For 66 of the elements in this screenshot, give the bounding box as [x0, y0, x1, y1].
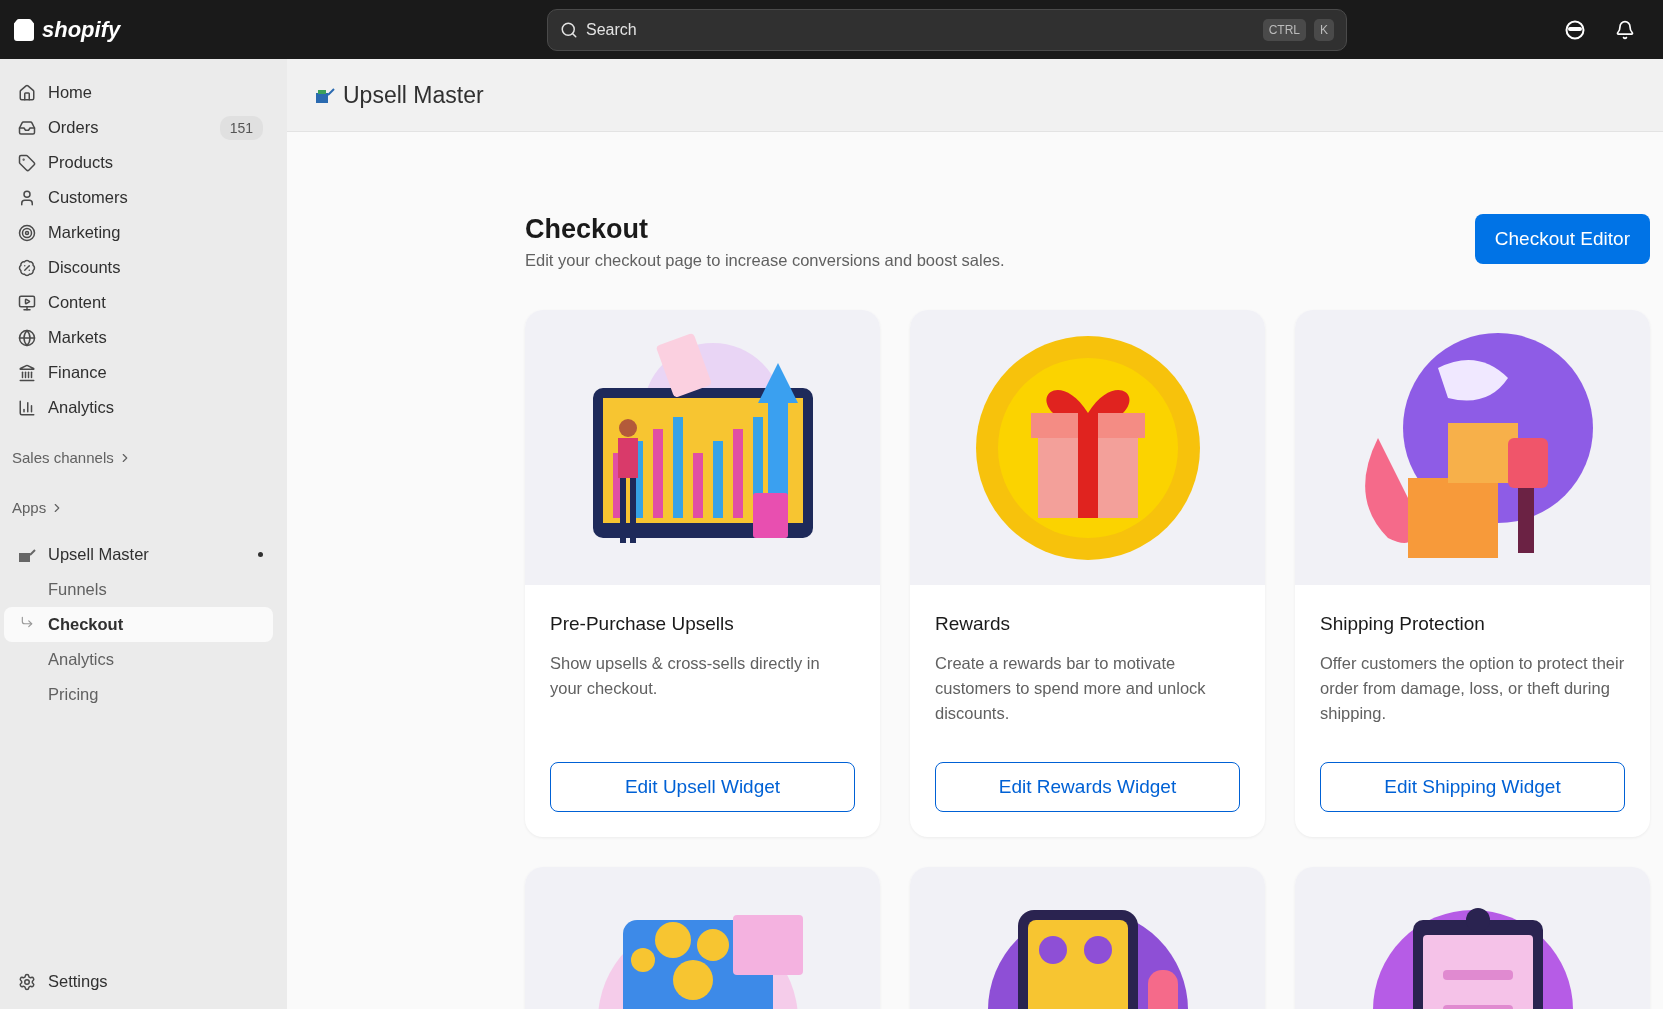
sidebar-item-label: Marketing	[48, 223, 122, 242]
discounts-icon	[18, 258, 36, 277]
sidebar-item[interactable]: Marketing	[4, 215, 273, 250]
edit-widget-button[interactable]: Edit Rewards Widget	[935, 762, 1240, 812]
watering-can-icon	[18, 546, 36, 563]
finance-icon	[18, 363, 36, 382]
sidebar-subitem[interactable]: Checkout	[4, 607, 273, 642]
edit-widget-button[interactable]: Edit Shipping Widget	[1320, 762, 1625, 812]
products-icon	[18, 153, 36, 172]
marketing-icon	[18, 223, 36, 242]
page-subtitle: Edit your checkout page to increase conversions and boost sales.	[525, 251, 1005, 270]
tree-arrow-icon	[20, 615, 34, 629]
sidebar-item-label: Orders	[48, 118, 100, 137]
orders-icon	[18, 118, 36, 137]
sidebar-item[interactable]: Orders 151	[4, 110, 273, 145]
analytics-icon	[18, 398, 36, 417]
card-description: Offer customers the option to protect their order from damage, loss, or theft during shipping.	[1320, 653, 1625, 724]
search-field[interactable]: Search CTRL K	[547, 8, 1347, 51]
sidebar-section-link[interactable]: Sales channels	[4, 440, 273, 475]
card-description: Show upsells & cross-sells directly in your checkout.	[550, 653, 821, 699]
sidebar-item[interactable]: Home	[4, 75, 273, 110]
markets-icon	[18, 328, 36, 347]
home-icon	[18, 83, 36, 102]
search-placeholder: Search	[586, 20, 638, 39]
keyboard-key: CTRL	[1262, 18, 1306, 41]
sidebar-item[interactable]: Settings	[4, 964, 273, 999]
sidebar-subitem[interactable]: Pricing	[4, 677, 273, 712]
sidebar-item-label: Finance	[48, 363, 108, 382]
sidebar-item-label: Analytics	[48, 398, 116, 417]
sidebar-item-label: Discounts	[48, 258, 122, 277]
sidebar-item-label: Markets	[48, 328, 108, 347]
watering-can-icon	[315, 86, 335, 104]
sidebar-item-label: Customers	[48, 188, 129, 207]
sidebar-item[interactable]: Products	[4, 145, 273, 180]
count-badge: 151	[219, 115, 263, 140]
checkout-editor-button[interactable]: Checkout Editor	[1474, 214, 1650, 264]
page-title: Checkout	[525, 214, 650, 245]
sidebar-subitem[interactable]: Funnels	[4, 572, 273, 607]
sidebar-item-label: Content	[48, 293, 107, 312]
card-title: Rewards	[935, 613, 1011, 635]
content-icon	[18, 293, 36, 312]
sidebar-item[interactable]: Content	[4, 285, 273, 320]
sidebar-item[interactable]: Finance	[4, 355, 273, 390]
keyboard-key: K	[1314, 18, 1334, 41]
sidebar-section-link[interactable]: Apps	[4, 490, 273, 525]
card-description: Create a rewards bar to motivate customers to spend more and unlock discounts.	[935, 653, 1207, 724]
notifications-icon[interactable]	[1615, 19, 1635, 40]
edit-widget-button[interactable]: Edit Upsell Widget	[550, 762, 855, 812]
sidebar-item[interactable]: Analytics	[4, 390, 273, 425]
dot-icon	[258, 552, 263, 557]
sidebar-subitem[interactable]: Analytics	[4, 642, 273, 677]
app-title: Upsell Master	[343, 81, 484, 109]
card-title: Shipping Protection	[1320, 613, 1486, 635]
customers-icon	[18, 188, 36, 207]
sidebar-item-label: Home	[48, 83, 93, 102]
shopify-logo[interactable]: shopify	[42, 16, 121, 43]
sidebar-item[interactable]: Markets	[4, 320, 273, 355]
sidebar-item[interactable]: Customers	[4, 180, 273, 215]
sidebar-item[interactable]: Upsell Master	[4, 537, 273, 572]
sidebar-item-label: Upsell Master	[48, 545, 150, 564]
sidebar-item-label: Settings	[48, 972, 109, 991]
sidebar-item-label: Products	[48, 153, 115, 172]
sidebar-item[interactable]: Discounts	[4, 250, 273, 285]
card-title: Pre-Purchase Upsells	[550, 613, 735, 635]
search-icon	[560, 20, 578, 39]
settings-icon	[18, 972, 36, 991]
